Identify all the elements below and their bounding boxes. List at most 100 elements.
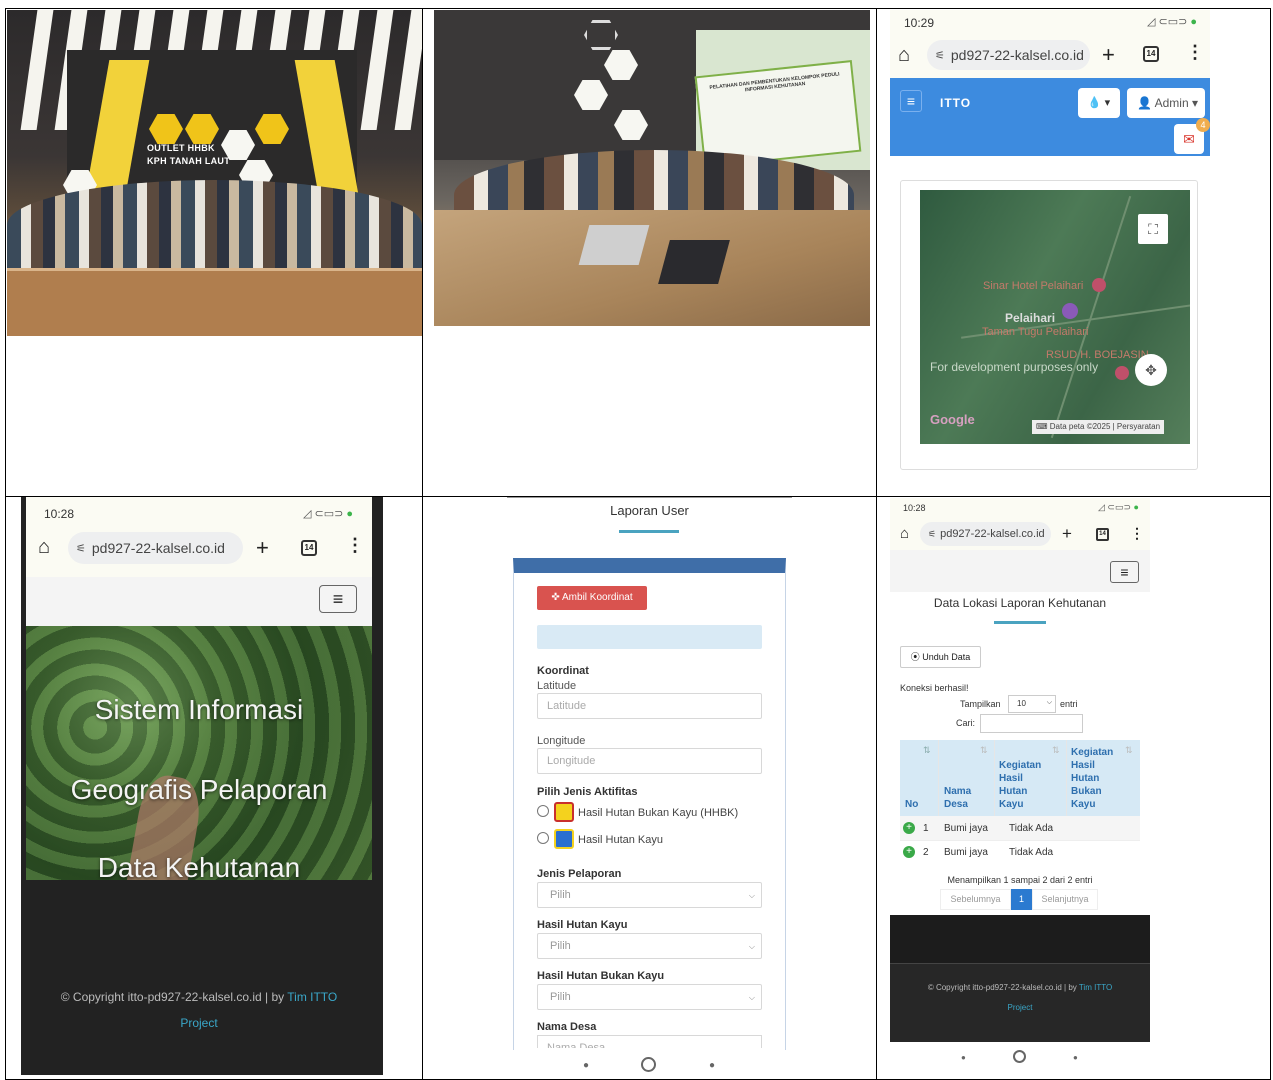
search-label: Cari: [956, 718, 976, 728]
signal-battery-icon: ◿ ⊂▭⊃ ● [1147, 16, 1198, 28]
hhk-icon [554, 829, 574, 849]
more-menu-icon[interactable]: ⋮ [1130, 525, 1144, 542]
admin-dropdown[interactable]: 👤 Admin ▾ [1127, 88, 1205, 118]
map-place-town: Pelaihari [1005, 311, 1056, 325]
home-icon[interactable]: ⌂ [900, 525, 909, 542]
nama-desa-input[interactable]: Nama Desa [537, 1035, 762, 1048]
site-settings-icon[interactable]: ⚟ [935, 49, 945, 62]
title-underline [994, 621, 1046, 624]
latitude-input[interactable]: Latitude [537, 693, 762, 719]
hhk-select[interactable]: Pilih ⌵ [537, 933, 762, 959]
expand-row-icon[interactable]: + [903, 846, 915, 858]
prev-page-button[interactable]: Sebelumnya [940, 889, 1011, 910]
group-photo-outlet: OUTLET HHBK KPH TANAH LAUT [7, 10, 422, 336]
park-marker-icon[interactable] [1062, 303, 1078, 319]
pan-control-icon[interactable]: ✥ [1135, 354, 1167, 386]
hotel-marker-icon[interactable] [1092, 278, 1106, 292]
tab-count-icon[interactable]: 14 [301, 540, 317, 556]
url-text: pd927-22-kalsel.co.id [940, 528, 1045, 540]
longitude-input[interactable]: Longitude [537, 748, 762, 774]
koordinat-label: Koordinat [537, 665, 589, 677]
status-time: 10:28 [903, 503, 926, 513]
nav-dot-icon: ● [961, 1053, 966, 1062]
row-no: 1 [923, 823, 929, 834]
nama-desa-input-clip: Nama Desa [537, 1035, 762, 1048]
site-settings-icon[interactable]: ⚟ [76, 542, 86, 555]
sort-icon[interactable]: ⇅ [923, 745, 931, 756]
ambil-koordinat-button[interactable]: ✜ Ambil Koordinat [537, 586, 647, 610]
table-info: Menampilkan 1 sampai 2 dari 2 entri [947, 875, 1093, 885]
nav-dot-icon: ● [1073, 1053, 1078, 1062]
theme-dropdown[interactable]: 💧 ▾ [1078, 88, 1120, 118]
google-logo: Google [930, 412, 975, 427]
tab-count-icon[interactable]: 14 [1143, 46, 1159, 62]
hero-forest-banner: Sistem Informasi Geografis Pelaporan Dat… [26, 626, 372, 880]
status-time: 10:29 [904, 16, 935, 30]
terms-link[interactable]: Persyaratan [1117, 422, 1160, 431]
hamburger-icon[interactable]: ≡ [319, 585, 357, 613]
col-no[interactable]: No [905, 798, 918, 811]
status-time: 10:28 [44, 507, 75, 521]
new-tab-icon[interactable]: + [256, 535, 269, 561]
fullscreen-icon[interactable]: ⛶ [1138, 214, 1168, 244]
entries-select[interactable]: 10 ⌵ [1008, 695, 1056, 713]
url-bar[interactable]: ⚟ pd927-22-kalsel.co.id [68, 532, 243, 564]
search-input[interactable] [980, 714, 1083, 733]
home-icon[interactable]: ⌂ [38, 536, 50, 559]
hhbk-icon [554, 802, 574, 822]
page-1-button[interactable]: 1 [1011, 889, 1032, 910]
row-no: 2 [923, 847, 929, 858]
sort-icon[interactable]: ⇅ [980, 745, 988, 756]
nav-home-icon[interactable] [641, 1057, 656, 1072]
project-link[interactable]: Project [180, 1016, 217, 1030]
map-place-hotel: Sinar Hotel Pelaihari [983, 280, 1084, 292]
team-link[interactable]: Tim ITTO [287, 990, 337, 1004]
nav-dot-icon: ● [709, 1060, 716, 1071]
chevron-down-icon: ⌵ [1046, 699, 1052, 706]
expand-row-icon[interactable]: + [903, 822, 915, 834]
unduh-data-button[interactable]: ⦿ Unduh Data [900, 646, 981, 668]
site-settings-icon[interactable]: ⚟ [928, 529, 936, 540]
signal-battery-icon: ◿ ⊂▭⊃ ● [1098, 502, 1139, 512]
hero-line-1: Sistem Informasi [94, 694, 304, 725]
url-bar[interactable]: ⚟ pd927-22-kalsel.co.id [920, 522, 1051, 546]
sort-icon[interactable]: ⇅ [1052, 745, 1060, 756]
chevron-down-icon: ⌵ [748, 993, 755, 1002]
nav-home-icon[interactable] [1013, 1050, 1026, 1063]
hospital-marker-icon[interactable] [1115, 366, 1129, 380]
hhbk-option-label[interactable]: Hasil Hutan Bukan Kayu (HHBK) [578, 807, 738, 819]
page-title: Laporan User [610, 503, 689, 518]
hero-line-3: Data Kehutanan [97, 852, 301, 880]
next-page-button[interactable]: Selanjutnya [1032, 889, 1098, 910]
map-place-park: Taman Tugu Pelaihari [982, 326, 1089, 338]
project-link[interactable]: Project [1008, 1003, 1033, 1012]
map-view[interactable]: Sinar Hotel Pelaihari Pelaihari Taman Tu… [920, 190, 1190, 444]
tab-count-icon[interactable]: 14 [1096, 528, 1109, 541]
hhk-radio[interactable] [537, 832, 549, 844]
keyboard-icon[interactable]: ⌨ [1036, 422, 1048, 431]
sort-icon[interactable]: ⇅ [1125, 745, 1133, 756]
new-tab-icon[interactable]: + [1102, 42, 1115, 68]
hamburger-icon[interactable]: ≡ [1110, 561, 1139, 583]
jenis-pelaporan-select[interactable]: Pilih ⌵ [537, 882, 762, 908]
hhk-option-label[interactable]: Hasil Hutan Kayu [578, 834, 663, 846]
hhbk-select[interactable]: Pilih ⌵ [537, 984, 762, 1010]
col-nama-desa[interactable]: Nama Desa [944, 785, 971, 811]
more-menu-icon[interactable]: ⋮ [1186, 42, 1204, 63]
brand-label[interactable]: ITTO [940, 96, 971, 110]
aktifitas-label: Pilih Jenis Aktifitas [537, 786, 638, 798]
team-link[interactable]: Tim ITTO [1079, 983, 1112, 992]
url-bar[interactable]: ⚟ pd927-22-kalsel.co.id [927, 40, 1090, 70]
hero-line-2: Geografis Pelaporan [70, 774, 328, 805]
col-kegiatan-hhk[interactable]: Kegiatan Hasil Hutan Kayu [999, 759, 1041, 811]
user-icon: 👤 [1137, 96, 1152, 110]
hamburger-icon[interactable]: ≡ [900, 90, 922, 112]
col-kegiatan-hhbk[interactable]: Kegiatan Hasil Hutan Bukan Kayu [1071, 746, 1113, 811]
footer-copyright: © Copyright itto-pd927-22-kalsel.co.id |… [60, 990, 338, 1030]
more-menu-icon[interactable]: ⋮ [346, 535, 364, 556]
map-attribution: ⌨ Data peta ©2025 | Persyaratan [1032, 420, 1165, 434]
home-icon[interactable]: ⌂ [898, 44, 910, 67]
hhbk-radio[interactable] [537, 805, 549, 817]
new-tab-icon[interactable]: + [1062, 524, 1072, 544]
row-desa: Bumi jaya [944, 847, 988, 858]
